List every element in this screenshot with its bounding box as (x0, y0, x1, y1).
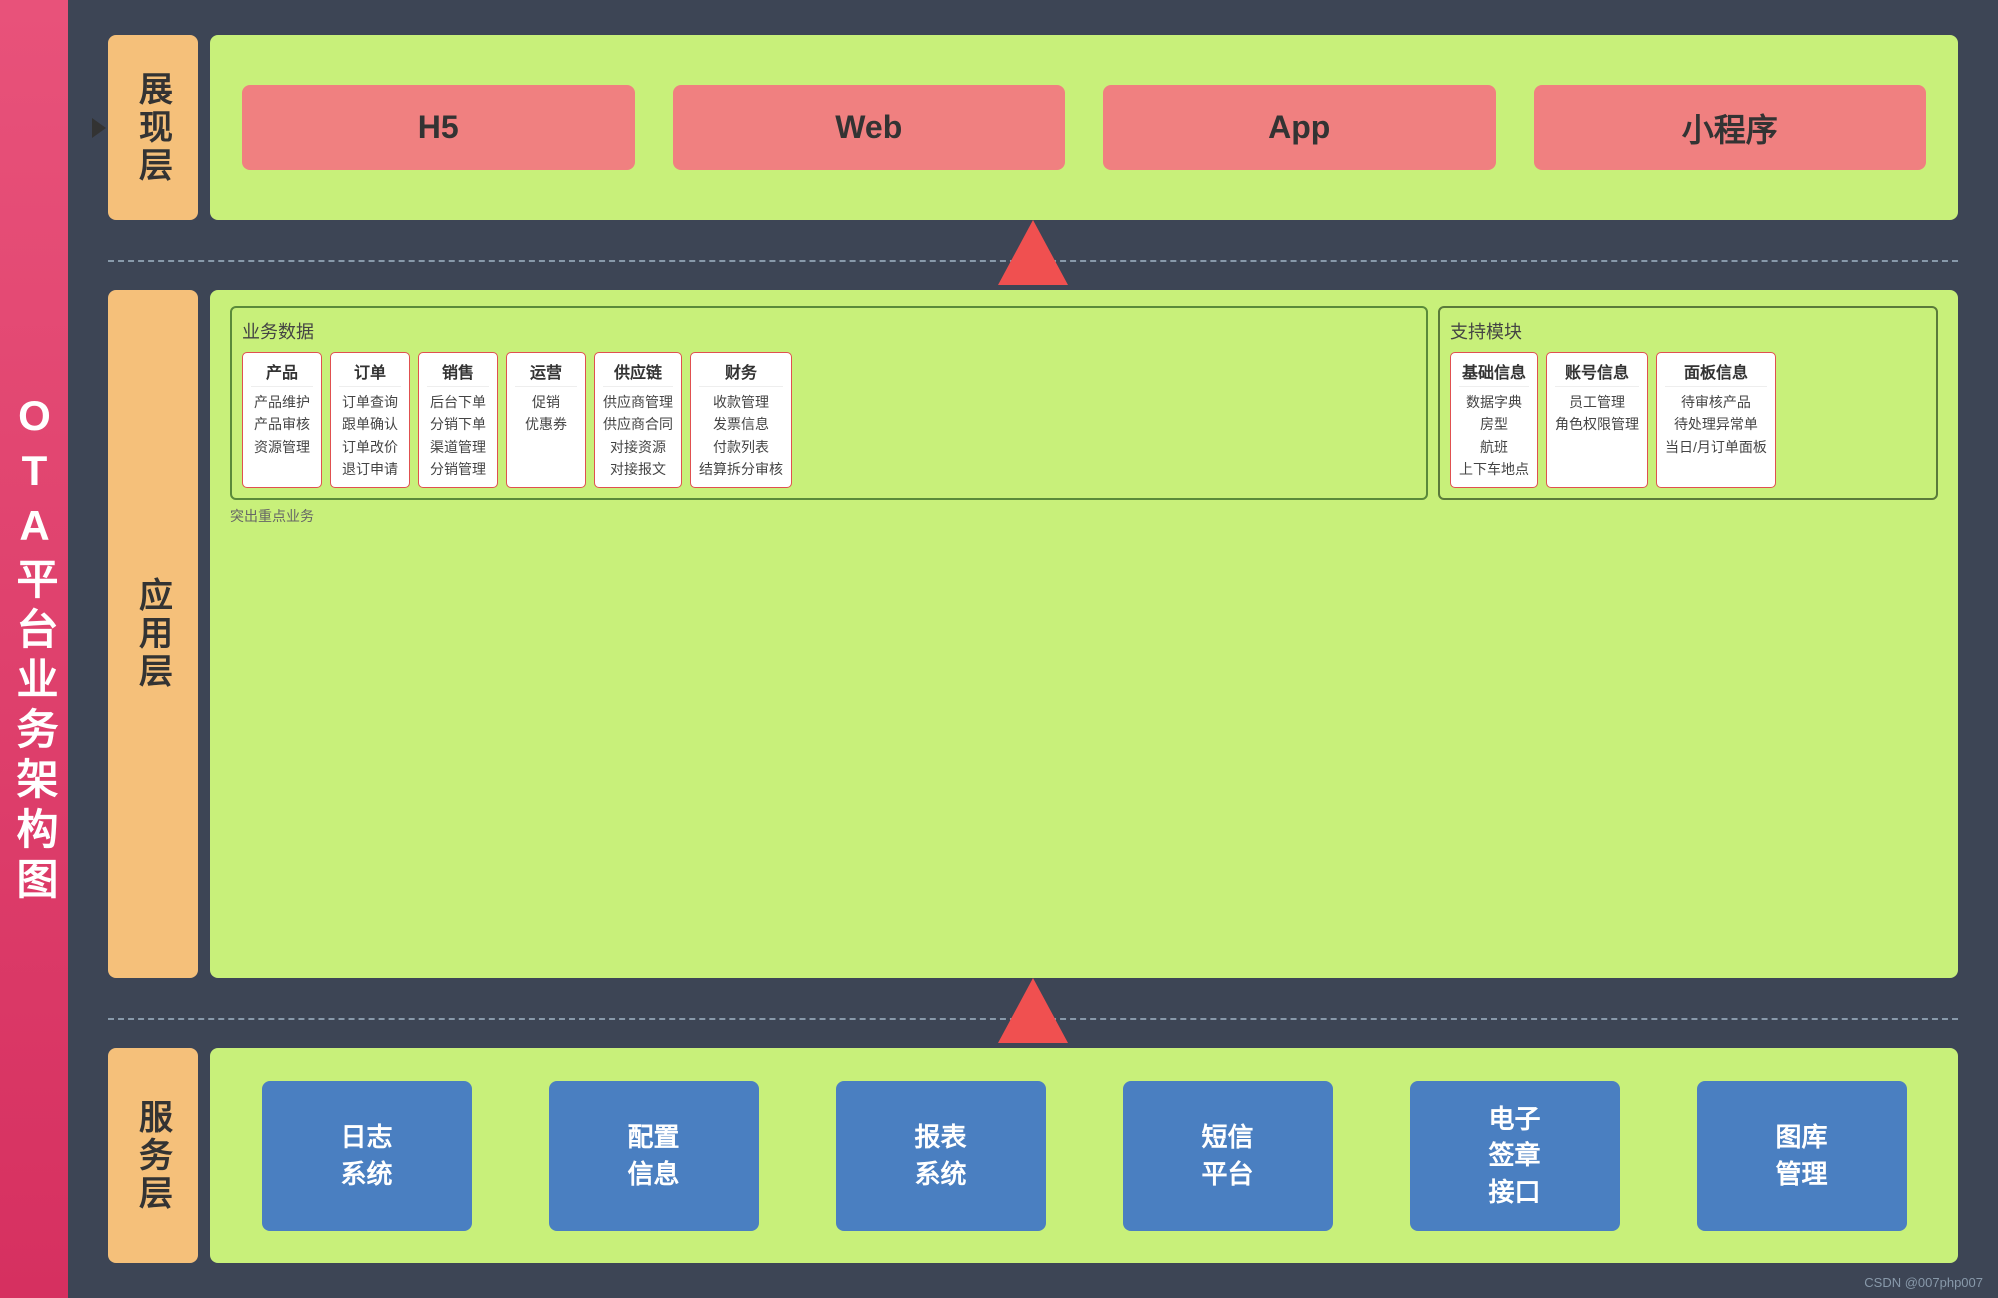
biz-data-section: 业务数据 产品 产品维护 产品审核 资源管理 (230, 306, 1428, 500)
module-product: 产品 产品维护 产品审核 资源管理 (242, 352, 322, 488)
presentation-layer-label: 展现层 (108, 35, 198, 220)
service-gallery: 图库管理 (1697, 1081, 1907, 1231)
main-content: 展现层 H5 Web App 小程序 应用层 业务数据 (68, 0, 1998, 1298)
application-layer-content: 业务数据 产品 产品维护 产品审核 资源管理 (210, 290, 1958, 978)
service-report: 报表系统 (836, 1081, 1046, 1231)
module-finance-items: 收款管理 发票信息 付款列表 结算拆分审核 (699, 391, 783, 481)
arrow-service-to-app (108, 978, 1958, 1048)
module-supply-chain: 供应链 供应商管理 供应商合同 对接资源 对接报文 (594, 352, 682, 488)
module-product-title: 产品 (251, 359, 313, 387)
support-account-info-items: 员工管理 角色权限管理 (1555, 391, 1639, 436)
module-order: 订单 订单查询 跟单确认 订单改价 退订申请 (330, 352, 410, 488)
module-sales: 销售 后台下单 分销下单 渠道管理 分销管理 (418, 352, 498, 488)
service-layer-label: 服务层 (108, 1048, 198, 1263)
watermark: CSDN @007php007 (1864, 1275, 1983, 1290)
module-order-title: 订单 (339, 359, 401, 387)
biz-modules-container: 业务数据 产品 产品维护 产品审核 资源管理 (230, 306, 1938, 500)
support-section: 支持模块 基础信息 数据字典 房型 航班 上下车地点 (1438, 306, 1938, 500)
biz-footnote: 突出重点业务 (230, 506, 314, 526)
support-panel-info: 面板信息 待审核产品 待处理异常单 当日/月订单面板 (1656, 352, 1776, 488)
service-layer-row: 服务层 日志系统 配置信息 报表系统 短信平台 电子签章接口 图库管理 (108, 1048, 1958, 1263)
service-esign: 电子签章接口 (1410, 1081, 1620, 1231)
presentation-h5: H5 (242, 85, 635, 170)
main-title: OTA平台业务架构图 (13, 392, 55, 907)
presentation-app: App (1103, 85, 1496, 170)
application-layer-label: 应用层 (108, 290, 198, 978)
label-arrow (92, 118, 106, 138)
module-finance-title: 财务 (699, 359, 783, 387)
module-order-items: 订单查询 跟单确认 订单改价 退订申请 (339, 391, 401, 481)
service-config: 配置信息 (549, 1081, 759, 1231)
module-finance: 财务 收款管理 发票信息 付款列表 结算拆分审核 (690, 352, 792, 488)
support-basic-info: 基础信息 数据字典 房型 航班 上下车地点 (1450, 352, 1538, 488)
support-account-info-title: 账号信息 (1555, 359, 1639, 387)
application-layer-row: 应用层 业务数据 产品 产品维护 产品审核 资源管理 (108, 290, 1958, 978)
module-sales-items: 后台下单 分销下单 渠道管理 分销管理 (427, 391, 489, 481)
support-modules-grid: 基础信息 数据字典 房型 航班 上下车地点 账号信息 (1450, 352, 1926, 488)
support-account-info: 账号信息 员工管理 角色权限管理 (1546, 352, 1648, 488)
up-arrow-2-icon (998, 978, 1068, 1043)
support-basic-info-items: 数据字典 房型 航班 上下车地点 (1459, 391, 1529, 481)
module-operations: 运营 促销 优惠券 (506, 352, 586, 488)
service-sms: 短信平台 (1123, 1081, 1333, 1231)
support-basic-info-title: 基础信息 (1459, 359, 1529, 387)
presentation-web: Web (673, 85, 1066, 170)
arrow-pres-to-app (108, 220, 1958, 290)
module-operations-title: 运营 (515, 359, 577, 387)
module-sales-title: 销售 (427, 359, 489, 387)
biz-data-title: 业务数据 (242, 318, 1416, 344)
presentation-layer-row: 展现层 H5 Web App 小程序 (108, 35, 1958, 220)
module-supply-chain-items: 供应商管理 供应商合同 对接资源 对接报文 (603, 391, 673, 481)
service-layer-content: 日志系统 配置信息 报表系统 短信平台 电子签章接口 图库管理 (210, 1048, 1958, 1263)
module-operations-items: 促销 优惠券 (515, 391, 577, 436)
left-title-bar: OTA平台业务架构图 (0, 0, 68, 1298)
module-supply-chain-title: 供应链 (603, 359, 673, 387)
up-arrow-icon (998, 220, 1068, 285)
support-panel-info-items: 待审核产品 待处理异常单 当日/月订单面板 (1665, 391, 1767, 458)
module-product-items: 产品维护 产品审核 资源管理 (251, 391, 313, 458)
presentation-miniapp: 小程序 (1534, 85, 1927, 170)
presentation-layer-content: H5 Web App 小程序 (210, 35, 1958, 220)
support-title: 支持模块 (1450, 318, 1926, 344)
support-panel-info-title: 面板信息 (1665, 359, 1767, 387)
biz-modules-grid: 产品 产品维护 产品审核 资源管理 订单 订单查询 (242, 352, 1416, 488)
service-log: 日志系统 (262, 1081, 472, 1231)
